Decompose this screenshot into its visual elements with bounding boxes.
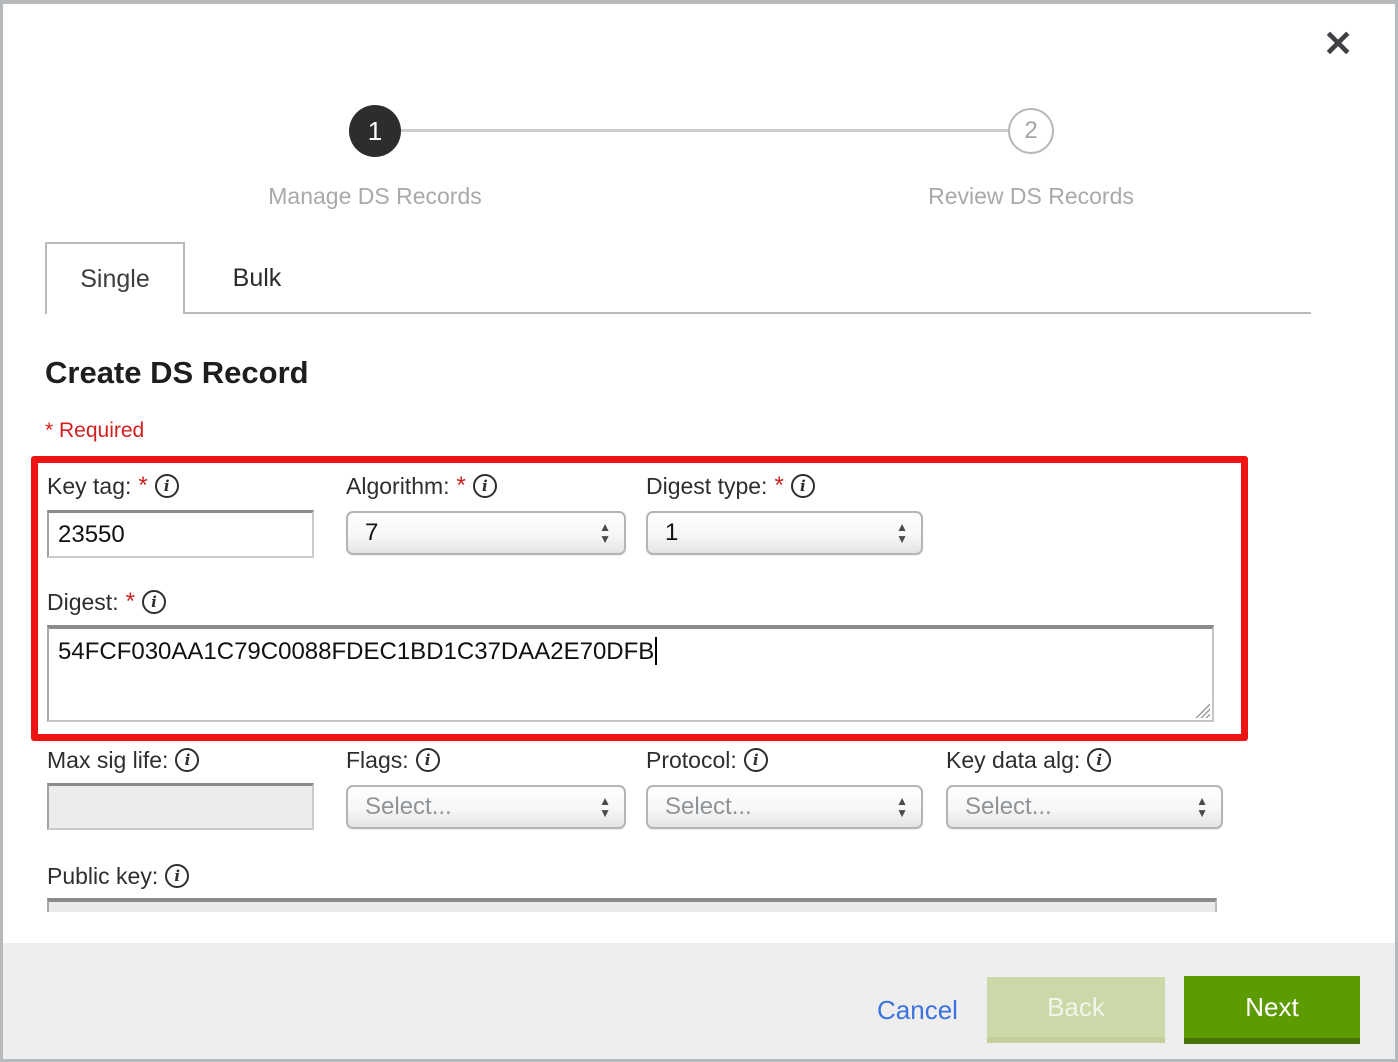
cancel-button[interactable]: Cancel: [877, 995, 958, 1026]
protocol-label-text: Protocol:: [646, 747, 737, 774]
select-arrows-icon: ▲▼: [896, 523, 908, 543]
key-data-alg-label-text: Key data alg:: [946, 747, 1080, 774]
key-data-alg-label: Key data alg: i: [946, 747, 1111, 773]
digest-type-label-text: Digest type:: [646, 473, 767, 500]
tab-single[interactable]: Single: [45, 242, 185, 314]
step-2-circle: 2: [1008, 108, 1054, 154]
select-arrows-icon: ▲▼: [896, 797, 908, 817]
select-arrows-icon: ▲▼: [599, 797, 611, 817]
info-icon[interactable]: i: [165, 864, 189, 888]
public-key-textarea[interactable]: [47, 898, 1217, 912]
flags-selected-value: Select...: [365, 793, 452, 821]
info-icon[interactable]: i: [791, 474, 815, 498]
close-icon[interactable]: ✕: [1323, 26, 1353, 62]
algorithm-label-text: Algorithm:: [346, 473, 450, 500]
max-sig-life-label: Max sig life: i: [47, 747, 199, 773]
required-star: *: [126, 588, 135, 616]
select-arrows-icon: ▲▼: [599, 523, 611, 543]
text-caret: [655, 637, 657, 665]
digest-type-selected-value: 1: [665, 519, 678, 547]
protocol-selected-value: Select...: [665, 793, 752, 821]
select-arrows-icon: ▲▼: [1196, 797, 1208, 817]
flags-label-text: Flags:: [346, 747, 409, 774]
max-sig-life-input[interactable]: [47, 783, 314, 830]
key-tag-input[interactable]: [47, 510, 314, 558]
key-tag-label-text: Key tag:: [47, 473, 131, 500]
max-sig-life-label-text: Max sig life:: [47, 747, 168, 774]
flags-select[interactable]: Select... ▲▼: [346, 785, 626, 829]
info-icon[interactable]: i: [473, 474, 497, 498]
info-icon[interactable]: i: [1087, 748, 1111, 772]
digest-type-select[interactable]: 1 ▲▼: [646, 511, 923, 555]
public-key-label: Public key: i: [47, 863, 189, 889]
algorithm-selected-value: 7: [365, 519, 378, 547]
info-icon[interactable]: i: [175, 748, 199, 772]
algorithm-label: Algorithm: * i: [346, 473, 497, 499]
stepper-connector-line: [401, 129, 1009, 132]
required-star: *: [774, 472, 783, 500]
required-note: * Required: [45, 419, 144, 443]
flags-label: Flags: i: [346, 747, 440, 773]
page-title: Create DS Record: [45, 355, 309, 391]
info-icon[interactable]: i: [416, 748, 440, 772]
digest-label: Digest: * i: [47, 589, 166, 615]
info-icon[interactable]: i: [744, 748, 768, 772]
protocol-select[interactable]: Select... ▲▼: [646, 785, 923, 829]
digest-label-text: Digest:: [47, 589, 119, 616]
digest-value: 54FCF030AA1C79C0088FDEC1BD1C37DAA2E70DFB: [58, 638, 654, 665]
required-star: *: [457, 472, 466, 500]
key-data-alg-select[interactable]: Select... ▲▼: [946, 785, 1223, 829]
tab-bottom-rule: [184, 312, 1311, 314]
step-1-label: Manage DS Records: [175, 183, 575, 210]
digest-type-label: Digest type: * i: [646, 473, 815, 499]
info-icon[interactable]: i: [142, 590, 166, 614]
public-key-label-text: Public key:: [47, 863, 158, 890]
required-star: *: [138, 472, 147, 500]
step-1-circle: 1: [349, 105, 401, 157]
key-data-alg-selected-value: Select...: [965, 793, 1052, 821]
info-icon[interactable]: i: [155, 474, 179, 498]
resize-handle-icon[interactable]: [1194, 702, 1210, 718]
create-ds-record-dialog: ✕ 1 2 Manage DS Records Review DS Record…: [0, 0, 1398, 1062]
step-2-label: Review DS Records: [831, 183, 1231, 210]
tab-bulk[interactable]: Bulk: [187, 244, 327, 312]
protocol-label: Protocol: i: [646, 747, 768, 773]
algorithm-select[interactable]: 7 ▲▼: [346, 511, 626, 555]
digest-textarea[interactable]: 54FCF030AA1C79C0088FDEC1BD1C37DAA2E70DFB: [47, 625, 1214, 722]
back-button[interactable]: Back: [987, 977, 1165, 1043]
key-tag-label: Key tag: * i: [47, 473, 179, 499]
next-button[interactable]: Next: [1184, 976, 1360, 1044]
